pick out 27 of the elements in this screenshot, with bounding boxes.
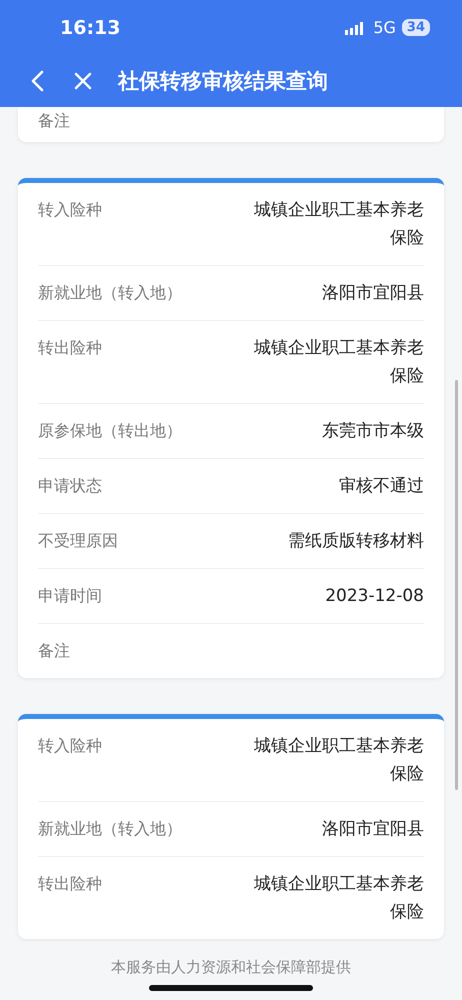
field-value: 城镇企业职工基本养老保险 xyxy=(253,873,424,924)
field-label: 申请状态 xyxy=(38,475,102,497)
network-label: 5G xyxy=(373,18,396,37)
field-label: 原参保地（转出地） xyxy=(38,420,182,442)
field-value: 城镇企业职工基本养老保险 xyxy=(253,337,424,388)
field-value: 洛阳市宜阳县 xyxy=(322,818,424,841)
field-value: 城镇企业职工基本养老保险 xyxy=(253,735,424,786)
field-label: 转入险种 xyxy=(38,735,102,757)
field-value: 需纸质版转移材料 xyxy=(288,530,424,553)
field-value: 城镇企业职工基本养老保险 xyxy=(253,199,424,250)
field-label: 备注 xyxy=(38,640,70,662)
field-value: 洛阳市宜阳县 xyxy=(322,282,424,305)
field-label: 转出险种 xyxy=(38,337,102,359)
field-value: 审核不通过 xyxy=(339,475,424,498)
battery-indicator: 34 xyxy=(402,19,430,36)
field-label: 新就业地（转入地） xyxy=(38,282,182,304)
field-label: 转入险种 xyxy=(38,199,102,221)
field-label: 新就业地（转入地） xyxy=(38,818,182,840)
status-time: 16:13 xyxy=(60,16,120,38)
field-label: 转出险种 xyxy=(38,873,102,895)
field-label: 备注 xyxy=(38,110,70,132)
field-label: 不受理原因 xyxy=(38,530,118,552)
field-value: 2023-12-08 xyxy=(325,585,424,608)
page-title: 社保转移审核结果查询 xyxy=(118,68,328,95)
footer-text: 本服务由人力资源和社会保障部提供 xyxy=(111,958,351,977)
field-value: 东莞市市本级 xyxy=(322,420,424,443)
field-label: 申请时间 xyxy=(38,585,102,607)
